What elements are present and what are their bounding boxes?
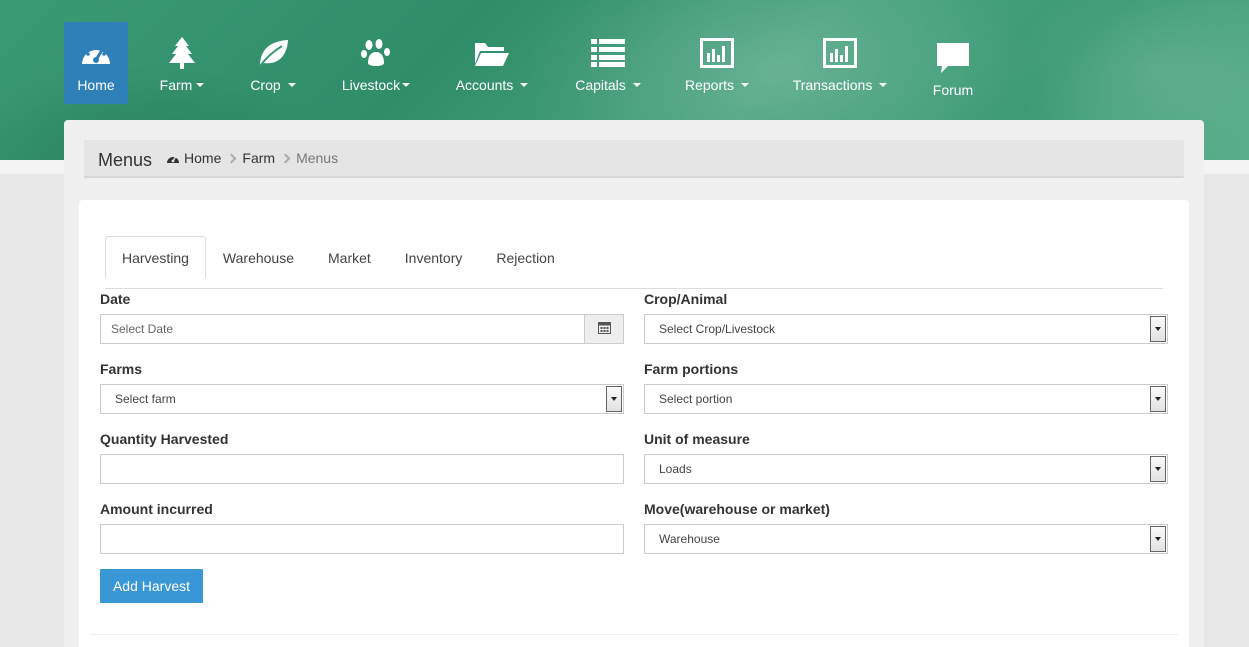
crop-animal-select-value: Select Crop/Livestock bbox=[659, 322, 776, 336]
nav-label: Home bbox=[77, 77, 115, 93]
tab-rejection[interactable]: Rejection bbox=[479, 236, 571, 278]
chevron-down-icon bbox=[606, 386, 622, 412]
nav-accounts[interactable]: Accounts bbox=[452, 22, 532, 104]
nav-crop[interactable]: Crop bbox=[240, 22, 306, 104]
move-label: Move(warehouse or market) bbox=[644, 501, 830, 517]
amount-field[interactable] bbox=[100, 524, 624, 554]
quantity-input[interactable] bbox=[111, 462, 623, 476]
leaf-icon bbox=[255, 35, 291, 71]
nav-capitals[interactable]: Capitals bbox=[572, 22, 644, 104]
breadcrumb-home[interactable]: Home bbox=[184, 150, 221, 166]
date-label: Date bbox=[100, 291, 131, 307]
caret-down-icon bbox=[879, 83, 888, 87]
folder-open-icon bbox=[474, 35, 510, 71]
tab-warehouse[interactable]: Warehouse bbox=[206, 236, 311, 278]
farm-portions-select-value: Select portion bbox=[659, 392, 733, 406]
crop-animal-select[interactable]: Select Crop/Livestock bbox=[644, 314, 1168, 344]
chevron-down-icon bbox=[1150, 526, 1166, 552]
unit-select-value: Loads bbox=[659, 462, 692, 476]
farm-portions-select[interactable]: Select portion bbox=[644, 384, 1168, 414]
farms-select-value: Select farm bbox=[115, 392, 176, 406]
nav-transactions[interactable]: Transactions bbox=[790, 22, 890, 104]
date-field[interactable] bbox=[100, 314, 624, 344]
tab-market[interactable]: Market bbox=[311, 236, 388, 278]
page-title: Menus bbox=[98, 149, 153, 170]
caret-down-icon bbox=[632, 83, 641, 87]
nav-reports[interactable]: Reports bbox=[682, 22, 752, 104]
nav-label: Accounts bbox=[455, 77, 514, 93]
nav-home[interactable]: Home bbox=[64, 22, 128, 104]
nav-label: Farm bbox=[159, 77, 193, 93]
bar-chart-icon bbox=[822, 35, 858, 71]
breadcrumb-farm[interactable]: Farm bbox=[242, 150, 275, 166]
farms-label: Farms bbox=[100, 361, 143, 377]
unit-select[interactable]: Loads bbox=[644, 454, 1168, 484]
tab-harvesting[interactable]: Harvesting bbox=[105, 236, 206, 278]
nav-farm[interactable]: Farm bbox=[150, 22, 214, 104]
amount-label: Amount incurred bbox=[100, 501, 213, 517]
main-nav: Home Farm Crop Livestock Accounts Capita… bbox=[0, 0, 1249, 120]
date-input[interactable] bbox=[111, 322, 623, 336]
crop-animal-label: Crop/Animal bbox=[644, 291, 728, 307]
caret-down-icon bbox=[402, 83, 411, 87]
breadcrumb: Menus Home Farm Menus bbox=[84, 140, 1184, 178]
nav-label: Reports bbox=[684, 77, 735, 93]
tab-inventory[interactable]: Inventory bbox=[388, 236, 480, 278]
farm-portions-label: Farm portions bbox=[644, 361, 739, 377]
move-select[interactable]: Warehouse bbox=[644, 524, 1168, 554]
calendar-button[interactable] bbox=[584, 315, 623, 343]
nav-label: Forum bbox=[932, 82, 974, 98]
chevron-down-icon bbox=[1150, 316, 1166, 342]
chevron-down-icon bbox=[1150, 456, 1166, 482]
unit-label: Unit of measure bbox=[644, 431, 750, 447]
caret-down-icon bbox=[287, 83, 296, 87]
nav-label: Crop bbox=[250, 77, 281, 93]
add-harvest-button[interactable]: Add Harvest bbox=[100, 569, 203, 603]
dashboard-icon bbox=[166, 152, 180, 164]
quantity-label: Quantity Harvested bbox=[100, 431, 229, 447]
amount-input[interactable] bbox=[111, 532, 623, 546]
nav-label: Capitals bbox=[575, 77, 626, 93]
dashboard-icon bbox=[78, 35, 114, 71]
nav-label: Transactions bbox=[792, 77, 873, 93]
nav-forum[interactable]: Forum bbox=[924, 22, 982, 104]
chevron-down-icon bbox=[1150, 386, 1166, 412]
comment-icon bbox=[935, 40, 971, 76]
nav-label: Livestock bbox=[341, 77, 401, 93]
move-select-value: Warehouse bbox=[659, 532, 720, 546]
tree-icon bbox=[164, 35, 200, 71]
list-icon bbox=[590, 35, 626, 71]
caret-down-icon bbox=[196, 83, 205, 87]
farms-select[interactable]: Select farm bbox=[100, 384, 624, 414]
bar-chart-icon bbox=[699, 35, 735, 71]
quantity-field[interactable] bbox=[100, 454, 624, 484]
breadcrumb-current: Menus bbox=[296, 150, 339, 166]
caret-down-icon bbox=[741, 83, 750, 87]
divider bbox=[90, 634, 1178, 635]
chevron-right-icon bbox=[226, 153, 237, 163]
caret-down-icon bbox=[520, 83, 529, 87]
paw-icon bbox=[358, 35, 394, 71]
chevron-right-icon bbox=[280, 153, 291, 163]
nav-livestock[interactable]: Livestock bbox=[338, 22, 414, 104]
calendar-icon bbox=[597, 321, 611, 337]
tab-bar: Harvesting Warehouse Market Inventory Re… bbox=[105, 236, 1163, 289]
